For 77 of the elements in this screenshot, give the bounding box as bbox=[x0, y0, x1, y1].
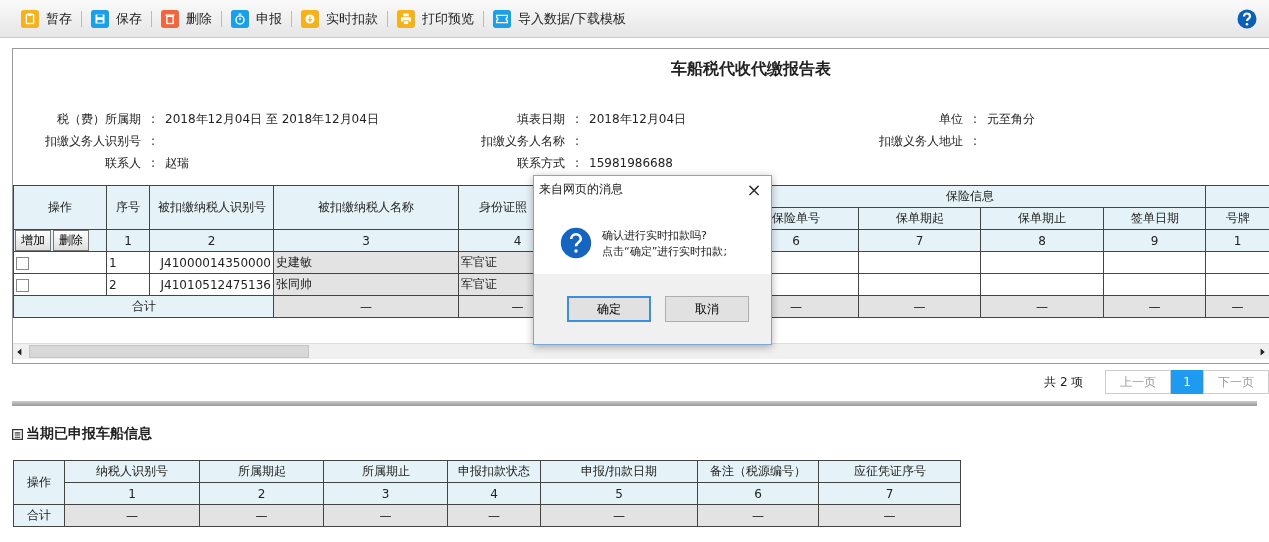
row-checkbox[interactable] bbox=[16, 278, 29, 292]
toolbar-button[interactable]: 打印预览 bbox=[388, 9, 483, 28]
field-label: 联系方式 bbox=[516, 155, 565, 171]
field-colon: : bbox=[971, 133, 978, 149]
column-header: 被扣缴纳税人识别号 bbox=[149, 185, 274, 230]
delete-button[interactable]: 删除 bbox=[53, 230, 89, 251]
column-header: 操作 bbox=[13, 460, 65, 505]
dialog-button[interactable]: 确定 bbox=[567, 296, 651, 322]
column-number: 3 bbox=[273, 229, 459, 252]
total-cell: — bbox=[273, 295, 459, 318]
scrollbar-thumb[interactable] bbox=[29, 345, 309, 358]
toolbar-button[interactable]: 实时扣款 bbox=[292, 9, 387, 28]
total-label: 合计 bbox=[13, 295, 274, 318]
horizontal-scrollbar[interactable] bbox=[13, 343, 1269, 359]
field-label: 扣缴义务人名称 bbox=[480, 133, 565, 149]
field-value: 2018年12月04日 至 2018年12月04日 bbox=[165, 111, 379, 127]
column-header: 被扣缴纳税人名称 bbox=[273, 185, 459, 230]
table-cell: J41010512475136 bbox=[149, 273, 274, 296]
field-colon: : bbox=[149, 133, 156, 149]
printer-icon bbox=[397, 9, 415, 28]
field-colon: : bbox=[573, 111, 580, 127]
table-cell: 张同帅 bbox=[273, 273, 459, 296]
field-label: 填表日期 bbox=[516, 111, 565, 127]
field-colon: : bbox=[573, 133, 580, 149]
section-heading: 当期已申报车船信息 bbox=[26, 425, 152, 443]
column-header: 申报扣款状态 bbox=[447, 460, 541, 483]
table-cell: 史建敏 bbox=[273, 251, 459, 274]
field-colon: : bbox=[149, 111, 156, 127]
field-value: 2018年12月04日 bbox=[589, 111, 687, 127]
column-header: 纳税人识别号 bbox=[64, 460, 200, 483]
report-title: 车船税代收代缴报告表 bbox=[670, 58, 832, 80]
toolbar-button[interactable]: 申报 bbox=[222, 9, 291, 28]
column-header: 所属期止 bbox=[323, 460, 448, 483]
table-cell: J41000014350000 bbox=[149, 251, 274, 274]
field-value: 赵瑞 bbox=[165, 155, 189, 171]
column-header: 所属期起 bbox=[199, 460, 324, 483]
stopwatch-icon bbox=[231, 9, 249, 28]
field-label: 联系人 bbox=[104, 155, 141, 171]
coin-icon bbox=[301, 9, 319, 28]
clipboard-icon bbox=[21, 9, 39, 28]
list-icon bbox=[12, 428, 23, 440]
trash-icon bbox=[161, 9, 179, 28]
help-icon bbox=[1237, 8, 1257, 29]
dialog-button[interactable]: 取消 bbox=[665, 296, 749, 322]
field-colon: : bbox=[573, 155, 580, 171]
dialog-message: 点击“确定”进行实时扣款; bbox=[602, 244, 728, 260]
column-header: 备注（税源编号） bbox=[697, 460, 819, 483]
toolbar-button[interactable]: 删除 bbox=[152, 9, 221, 28]
toolbar-button[interactable]: 保存 bbox=[82, 9, 151, 28]
total-cell: — bbox=[540, 504, 698, 527]
page-count: 共 2 项 bbox=[1044, 373, 1084, 391]
column-header: 应征凭证序号 bbox=[818, 460, 961, 483]
row-checkbox[interactable] bbox=[16, 256, 29, 270]
total-cell: — bbox=[818, 504, 961, 527]
question-icon bbox=[560, 227, 592, 259]
total-label: 合计 bbox=[13, 504, 65, 527]
field-value: 15981986688 bbox=[589, 155, 673, 171]
column-number: 5 bbox=[540, 482, 698, 505]
dialog-message: 确认进行实时扣款吗? bbox=[602, 228, 708, 244]
field-colon: : bbox=[149, 155, 156, 171]
column-header: 申报/扣款日期 bbox=[540, 460, 698, 483]
field-label: 税（费）所属期 bbox=[56, 111, 141, 127]
field-label: 单位 bbox=[938, 111, 963, 127]
column-number: 7 bbox=[818, 482, 961, 505]
table-cell: 2 bbox=[106, 273, 150, 296]
field-label: 扣缴义务人地址 bbox=[878, 133, 963, 149]
close-button[interactable]: × bbox=[737, 177, 771, 201]
add-button[interactable]: 增加 bbox=[15, 230, 51, 251]
column-header: 序号 bbox=[106, 185, 150, 230]
field-value: 元至角分 bbox=[987, 111, 1035, 127]
field-label: 扣缴义务人识别号 bbox=[44, 133, 141, 149]
toolbar-button[interactable]: 导入数据/下载模板 bbox=[484, 9, 636, 28]
toolbar-button[interactable]: 暂存 bbox=[12, 9, 81, 28]
ticket-icon bbox=[493, 9, 511, 28]
table-cell: 1 bbox=[106, 251, 150, 274]
field-colon: : bbox=[971, 111, 978, 127]
column-header: 操作 bbox=[13, 185, 107, 230]
